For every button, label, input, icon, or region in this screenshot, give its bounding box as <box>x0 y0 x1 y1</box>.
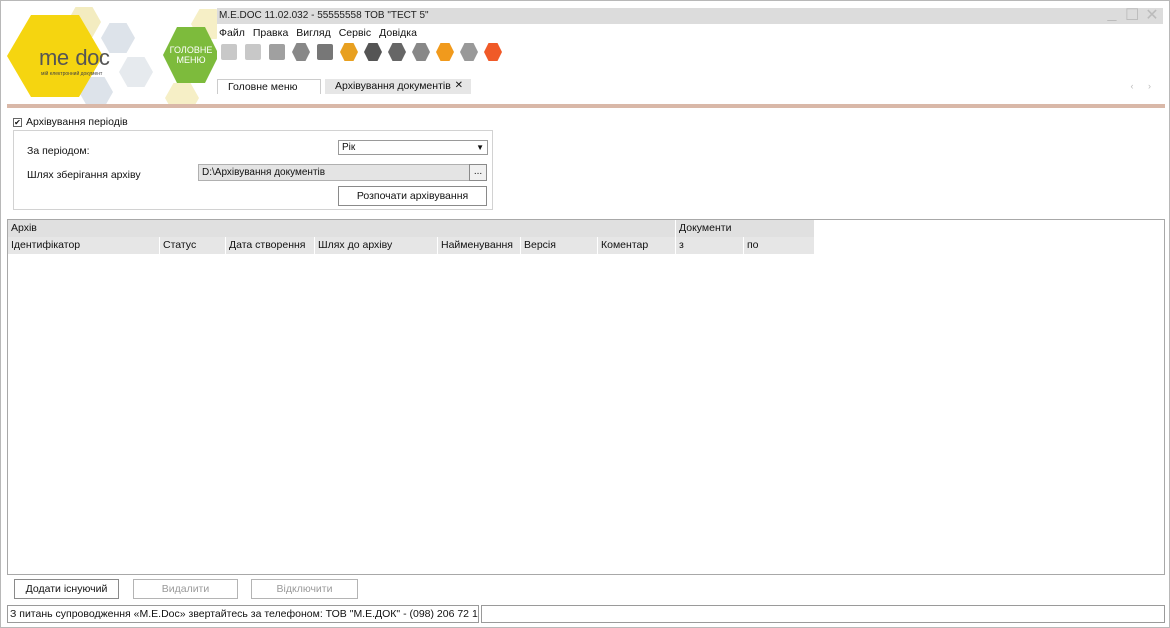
window-title: M.E.DOC 11.02.032 - 55555558 ТОВ "ТЕСТ 5… <box>219 10 429 21</box>
main-menu-button[interactable]: ГОЛОВНЕ МЕНЮ <box>163 27 217 83</box>
feedback-button[interactable] <box>483 42 503 62</box>
settings-panel: За періодом: Рік ▼ Шлях зберігання архів… <box>13 130 493 210</box>
close-tab-icon[interactable]: ✕ <box>455 79 463 93</box>
menu-view[interactable]: Вигляд <box>296 27 330 39</box>
shield-icon <box>412 43 430 61</box>
archive-periods-checkbox-row[interactable]: ✔ Архівування періодів <box>13 116 128 128</box>
logo-area: me·doc мій електронний документ ГОЛОВНЕ … <box>1 1 217 105</box>
save-button[interactable] <box>291 42 311 62</box>
delete-document-icon <box>245 44 261 60</box>
col-identifier[interactable]: Ідентифікатор <box>8 237 160 254</box>
group-archive: Архів <box>8 220 676 237</box>
tab-main-menu-label: Головне меню <box>228 81 298 93</box>
chat-icon <box>460 43 478 61</box>
logo: me·doc <box>39 45 110 70</box>
decor-hex <box>119 57 153 87</box>
tab-bar: Головне меню Архівування документів ✕ ‹ › <box>217 79 1163 94</box>
feedback-icon <box>484 43 502 61</box>
message-button[interactable] <box>387 42 407 62</box>
message-icon <box>388 43 406 61</box>
col-comment[interactable]: Коментар <box>598 237 676 254</box>
status-panel <box>481 605 1165 623</box>
chevron-down-icon: ▼ <box>476 143 484 152</box>
tab-scroll-arrows[interactable]: ‹ › <box>1131 81 1158 91</box>
table-group-header: Архів Документи <box>8 220 815 237</box>
title-bar: M.E.DOC 11.02.032 - 55555558 ТОВ "ТЕСТ 5… <box>217 5 1163 25</box>
main-menu-label-2: МЕНЮ <box>176 55 206 65</box>
decor-hex <box>165 83 199 105</box>
support-info: З питань супроводження «M.E.Doc» звертай… <box>7 605 479 623</box>
help-button[interactable] <box>435 42 455 62</box>
period-select[interactable]: Рік ▼ <box>338 140 488 155</box>
package-icon <box>340 43 358 61</box>
new-document-button[interactable] <box>219 42 239 62</box>
shield-button[interactable] <box>411 42 431 62</box>
menu-service[interactable]: Сервіс <box>339 27 371 39</box>
package-button[interactable] <box>339 42 359 62</box>
col-to[interactable]: по <box>744 237 815 254</box>
tab-main-menu[interactable]: Головне меню <box>217 79 321 94</box>
settings-button[interactable] <box>363 42 383 62</box>
col-version[interactable]: Версія <box>521 237 598 254</box>
archive-periods-checkbox[interactable]: ✔ <box>13 117 22 127</box>
new-document-icon <box>221 44 237 60</box>
col-name[interactable]: Найменування <box>438 237 521 254</box>
col-status[interactable]: Статус <box>160 237 226 254</box>
menu-edit[interactable]: Правка <box>253 27 288 39</box>
menu-bar: Файл Правка Вигляд Сервіс Довідка <box>219 27 417 39</box>
group-documents: Документи <box>676 220 815 237</box>
minimize-button[interactable]: _ <box>1105 5 1119 25</box>
col-from[interactable]: з <box>676 237 744 254</box>
main-menu-label-1: ГОЛОВНЕ <box>169 45 213 55</box>
period-label: За періодом: <box>27 145 90 157</box>
help-icon <box>436 43 454 61</box>
delete-document-button[interactable] <box>243 42 263 62</box>
chat-button[interactable] <box>459 42 479 62</box>
logo-tagline: мій електронний документ <box>41 71 103 77</box>
tab-archiving-label: Архівування документів <box>335 80 451 92</box>
copy-button[interactable] <box>267 42 287 62</box>
table-header: Ідентифікатор Статус Дата створення Шлях… <box>8 237 815 254</box>
close-button[interactable]: ✕ <box>1145 5 1159 25</box>
start-archiving-button[interactable]: Розпочати архівування <box>338 186 487 206</box>
save-icon <box>292 43 310 61</box>
copy-icon <box>269 44 285 60</box>
disconnect-button[interactable]: Відключити <box>251 579 358 599</box>
settings-icon <box>364 43 382 61</box>
archive-path-label: Шлях зберігання архіву <box>27 169 141 181</box>
status-bar: З питань супроводження «M.E.Doc» звертай… <box>7 605 1165 623</box>
archive-periods-label: Архівування періодів <box>26 116 128 128</box>
tab-archiving[interactable]: Архівування документів ✕ <box>325 79 471 94</box>
archive-path-field[interactable]: D:\Архівування документів <box>198 164 470 181</box>
print-icon <box>317 44 333 60</box>
browse-button[interactable]: ... <box>469 164 487 181</box>
period-value: Рік <box>342 142 356 153</box>
col-archive-path[interactable]: Шлях до архіву <box>315 237 438 254</box>
menu-file[interactable]: Файл <box>219 27 245 39</box>
header-divider <box>7 104 1165 108</box>
maximize-button[interactable]: ☐ <box>1125 5 1139 25</box>
menu-help[interactable]: Довідка <box>379 27 417 39</box>
add-existing-button[interactable]: Додати існуючий <box>14 579 119 599</box>
toolbar <box>219 41 503 63</box>
col-created-date[interactable]: Дата створення <box>226 237 315 254</box>
app-window: me·doc мій електронний документ ГОЛОВНЕ … <box>0 0 1170 628</box>
print-button[interactable] <box>315 42 335 62</box>
archive-table: Архів Документи Ідентифікатор Статус Дат… <box>7 219 1165 575</box>
delete-button[interactable]: Видалити <box>133 579 238 599</box>
